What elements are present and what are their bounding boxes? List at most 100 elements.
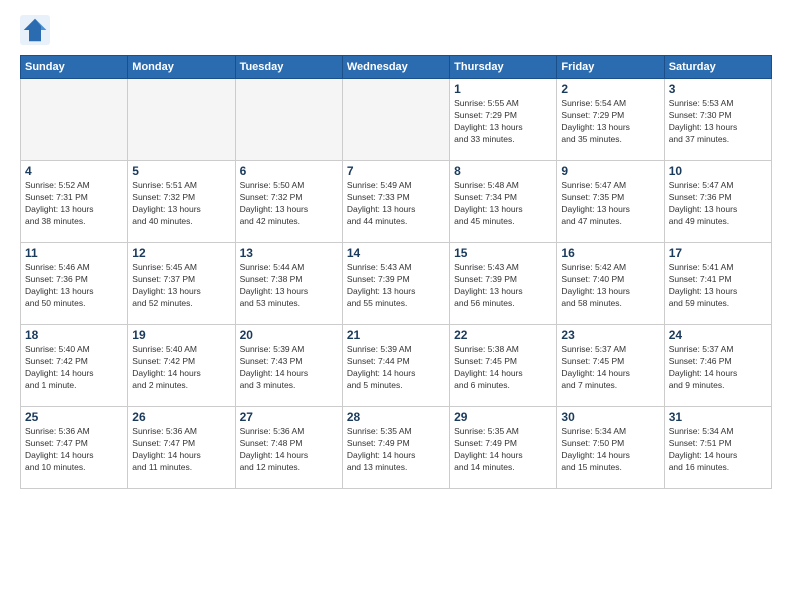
day-number: 4 xyxy=(25,164,123,178)
day-number: 3 xyxy=(669,82,767,96)
day-number: 20 xyxy=(240,328,338,342)
day-info: Sunrise: 5:34 AM Sunset: 7:50 PM Dayligh… xyxy=(561,426,659,474)
page: SundayMondayTuesdayWednesdayThursdayFrid… xyxy=(0,0,792,612)
calendar-cell: 6 Sunrise: 5:50 AM Sunset: 7:32 PM Daylig… xyxy=(235,161,342,243)
weekday-header: Monday xyxy=(128,56,235,79)
day-info: Sunrise: 5:39 AM Sunset: 7:43 PM Dayligh… xyxy=(240,344,338,392)
calendar-cell: 20 Sunrise: 5:39 AM Sunset: 7:43 PM Dayli… xyxy=(235,325,342,407)
day-info: Sunrise: 5:46 AM Sunset: 7:36 PM Dayligh… xyxy=(25,262,123,310)
day-info: Sunrise: 5:37 AM Sunset: 7:45 PM Dayligh… xyxy=(561,344,659,392)
header xyxy=(20,15,772,45)
day-info: Sunrise: 5:45 AM Sunset: 7:37 PM Dayligh… xyxy=(132,262,230,310)
day-number: 31 xyxy=(669,410,767,424)
calendar-cell: 1 Sunrise: 5:55 AM Sunset: 7:29 PM Daylig… xyxy=(450,79,557,161)
day-number: 25 xyxy=(25,410,123,424)
day-info: Sunrise: 5:36 AM Sunset: 7:48 PM Dayligh… xyxy=(240,426,338,474)
calendar-cell: 22Sunrise: 5:38 AM Sunset: 7:45 PM Dayli… xyxy=(450,325,557,407)
day-info: Sunrise: 5:41 AM Sunset: 7:41 PM Dayligh… xyxy=(669,262,767,310)
calendar-week-row: 4 Sunrise: 5:52 AM Sunset: 7:31 PM Daylig… xyxy=(21,161,772,243)
day-number: 6 xyxy=(240,164,338,178)
day-info: Sunrise: 5:47 AM Sunset: 7:36 PM Dayligh… xyxy=(669,180,767,228)
calendar-cell: 4 Sunrise: 5:52 AM Sunset: 7:31 PM Daylig… xyxy=(21,161,128,243)
calendar-cell xyxy=(128,79,235,161)
day-info: Sunrise: 5:35 AM Sunset: 7:49 PM Dayligh… xyxy=(347,426,445,474)
calendar-cell: 28 Sunrise: 5:35 AM Sunset: 7:49 PM Dayli… xyxy=(342,407,449,489)
calendar-cell: 31 Sunrise: 5:34 AM Sunset: 7:51 PM Dayli… xyxy=(664,407,771,489)
day-number: 29 xyxy=(454,410,552,424)
day-number: 5 xyxy=(132,164,230,178)
calendar-week-row: 11 Sunrise: 5:46 AM Sunset: 7:36 PM Dayli… xyxy=(21,243,772,325)
weekday-header: Saturday xyxy=(664,56,771,79)
calendar: SundayMondayTuesdayWednesdayThursdayFrid… xyxy=(20,55,772,489)
day-number: 15 xyxy=(454,246,552,260)
day-number: 27 xyxy=(240,410,338,424)
calendar-cell: 11 Sunrise: 5:46 AM Sunset: 7:36 PM Dayli… xyxy=(21,243,128,325)
day-info: Sunrise: 5:40 AM Sunset: 7:42 PM Dayligh… xyxy=(25,344,123,392)
calendar-cell: 13Sunrise: 5:44 AM Sunset: 7:38 PM Dayli… xyxy=(235,243,342,325)
day-number: 13 xyxy=(240,246,338,260)
day-info: Sunrise: 5:35 AM Sunset: 7:49 PM Dayligh… xyxy=(454,426,552,474)
calendar-cell: 18 Sunrise: 5:40 AM Sunset: 7:42 PM Dayli… xyxy=(21,325,128,407)
day-info: Sunrise: 5:55 AM Sunset: 7:29 PM Dayligh… xyxy=(454,98,552,146)
weekday-header: Friday xyxy=(557,56,664,79)
day-number: 11 xyxy=(25,246,123,260)
day-info: Sunrise: 5:52 AM Sunset: 7:31 PM Dayligh… xyxy=(25,180,123,228)
day-info: Sunrise: 5:43 AM Sunset: 7:39 PM Dayligh… xyxy=(347,262,445,310)
day-number: 22 xyxy=(454,328,552,342)
day-number: 9 xyxy=(561,164,659,178)
day-number: 26 xyxy=(132,410,230,424)
day-number: 7 xyxy=(347,164,445,178)
day-number: 14 xyxy=(347,246,445,260)
day-info: Sunrise: 5:39 AM Sunset: 7:44 PM Dayligh… xyxy=(347,344,445,392)
day-info: Sunrise: 5:34 AM Sunset: 7:51 PM Dayligh… xyxy=(669,426,767,474)
day-number: 8 xyxy=(454,164,552,178)
calendar-cell: 23 Sunrise: 5:37 AM Sunset: 7:45 PM Dayli… xyxy=(557,325,664,407)
day-number: 17 xyxy=(669,246,767,260)
calendar-cell: 17 Sunrise: 5:41 AM Sunset: 7:41 PM Dayli… xyxy=(664,243,771,325)
day-info: Sunrise: 5:49 AM Sunset: 7:33 PM Dayligh… xyxy=(347,180,445,228)
day-number: 18 xyxy=(25,328,123,342)
day-info: Sunrise: 5:36 AM Sunset: 7:47 PM Dayligh… xyxy=(132,426,230,474)
calendar-cell: 9 Sunrise: 5:47 AM Sunset: 7:35 PM Daylig… xyxy=(557,161,664,243)
calendar-cell: 7 Sunrise: 5:49 AM Sunset: 7:33 PM Daylig… xyxy=(342,161,449,243)
day-number: 1 xyxy=(454,82,552,96)
calendar-cell: 10 Sunrise: 5:47 AM Sunset: 7:36 PM Dayli… xyxy=(664,161,771,243)
day-number: 30 xyxy=(561,410,659,424)
calendar-cell: 25 Sunrise: 5:36 AM Sunset: 7:47 PM Dayli… xyxy=(21,407,128,489)
calendar-cell: 3Sunrise: 5:53 AM Sunset: 7:30 PM Daylig… xyxy=(664,79,771,161)
calendar-cell: 16Sunrise: 5:42 AM Sunset: 7:40 PM Dayli… xyxy=(557,243,664,325)
calendar-cell: 24Sunrise: 5:37 AM Sunset: 7:46 PM Dayli… xyxy=(664,325,771,407)
calendar-cell: 27 Sunrise: 5:36 AM Sunset: 7:48 PM Dayli… xyxy=(235,407,342,489)
calendar-cell: 26 Sunrise: 5:36 AM Sunset: 7:47 PM Dayli… xyxy=(128,407,235,489)
day-info: Sunrise: 5:47 AM Sunset: 7:35 PM Dayligh… xyxy=(561,180,659,228)
calendar-cell: 14 Sunrise: 5:43 AM Sunset: 7:39 PM Dayli… xyxy=(342,243,449,325)
calendar-week-row: 1 Sunrise: 5:55 AM Sunset: 7:29 PM Daylig… xyxy=(21,79,772,161)
day-number: 24 xyxy=(669,328,767,342)
day-info: Sunrise: 5:36 AM Sunset: 7:47 PM Dayligh… xyxy=(25,426,123,474)
day-number: 19 xyxy=(132,328,230,342)
calendar-cell: 29 Sunrise: 5:35 AM Sunset: 7:49 PM Dayli… xyxy=(450,407,557,489)
calendar-cell: 15 Sunrise: 5:43 AM Sunset: 7:39 PM Dayli… xyxy=(450,243,557,325)
weekday-header: Wednesday xyxy=(342,56,449,79)
calendar-week-row: 25 Sunrise: 5:36 AM Sunset: 7:47 PM Dayli… xyxy=(21,407,772,489)
day-number: 2 xyxy=(561,82,659,96)
weekday-header-row: SundayMondayTuesdayWednesdayThursdayFrid… xyxy=(21,56,772,79)
day-number: 10 xyxy=(669,164,767,178)
calendar-cell: 21 Sunrise: 5:39 AM Sunset: 7:44 PM Dayli… xyxy=(342,325,449,407)
calendar-cell xyxy=(21,79,128,161)
day-number: 12 xyxy=(132,246,230,260)
calendar-cell xyxy=(235,79,342,161)
logo xyxy=(20,15,55,45)
day-info: Sunrise: 5:51 AM Sunset: 7:32 PM Dayligh… xyxy=(132,180,230,228)
weekday-header: Sunday xyxy=(21,56,128,79)
day-info: Sunrise: 5:54 AM Sunset: 7:29 PM Dayligh… xyxy=(561,98,659,146)
day-number: 28 xyxy=(347,410,445,424)
calendar-week-row: 18 Sunrise: 5:40 AM Sunset: 7:42 PM Dayli… xyxy=(21,325,772,407)
day-number: 21 xyxy=(347,328,445,342)
day-number: 23 xyxy=(561,328,659,342)
calendar-cell: 19Sunrise: 5:40 AM Sunset: 7:42 PM Dayli… xyxy=(128,325,235,407)
calendar-cell: 5 Sunrise: 5:51 AM Sunset: 7:32 PM Daylig… xyxy=(128,161,235,243)
day-info: Sunrise: 5:43 AM Sunset: 7:39 PM Dayligh… xyxy=(454,262,552,310)
day-info: Sunrise: 5:50 AM Sunset: 7:32 PM Dayligh… xyxy=(240,180,338,228)
calendar-cell: 8Sunrise: 5:48 AM Sunset: 7:34 PM Daylig… xyxy=(450,161,557,243)
